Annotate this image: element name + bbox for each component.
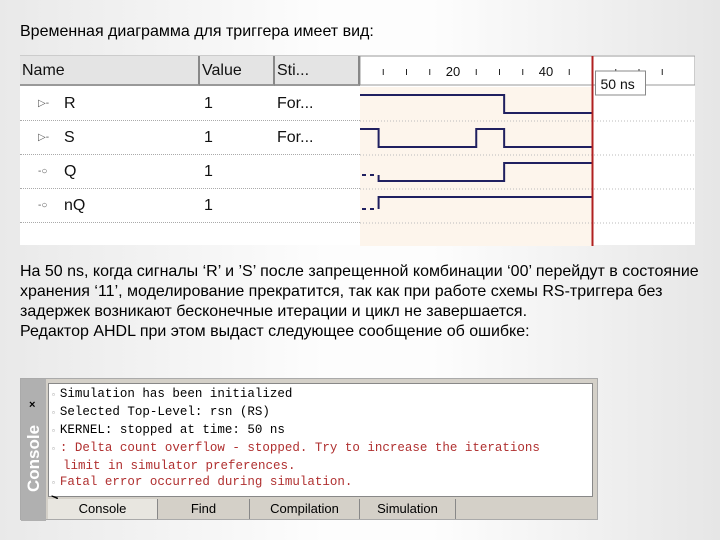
bullet-icon: ▫ (51, 409, 56, 418)
cursor-label: 50 ns (601, 76, 635, 92)
signal-name: R (64, 95, 76, 112)
close-icon[interactable]: × (29, 399, 35, 411)
signal-row-S[interactable]: ▷- S 1 For... (20, 121, 360, 155)
console-line: ▫ Selected Top-Level: rsn (RS) (51, 405, 270, 419)
bullet-icon: ▫ (51, 391, 56, 400)
console-line: ▫ KERNEL: stopped at time: 50 ns (51, 423, 285, 437)
signal-row-nQ[interactable]: -○ nQ 1 (20, 189, 360, 223)
signal-value: 1 (204, 129, 213, 146)
console-line: ▫ Simulation has been initialized (51, 387, 293, 401)
signal-name: Q (64, 163, 77, 180)
console-panel: × Console ▫ Simulation has been initializ… (20, 378, 598, 521)
tick-label: 20 (446, 64, 460, 79)
tab-console[interactable]: Console (48, 499, 158, 519)
bullet-icon: ▫ (51, 479, 56, 488)
signal-stimulus: For... (277, 129, 314, 146)
tick-label: 40 (539, 64, 553, 79)
console-line: ▫ Fatal error occurred during simulation. (51, 475, 353, 489)
output-pin-icon: -○ (38, 166, 48, 177)
console-line: ▫: Delta count overflow - stopped. Try t… (51, 441, 540, 455)
waveform-viewer: Name Value Sti... ▷- R 1 For... ▷- S 1 Fo… (20, 55, 695, 246)
console-side-label: Console (24, 424, 43, 492)
tab-compilation[interactable]: Compilation (250, 499, 360, 519)
waveform-plot: 20 40 50 ns (360, 56, 695, 246)
bullet-icon: ▫ (51, 427, 56, 436)
signal-value: 1 (204, 163, 213, 180)
paragraph-2: Редактор AHDL при этом выдаст следующее … (20, 323, 530, 340)
signal-name: S (64, 129, 75, 146)
description: На 50 ns, когда сигналы ‘R’ и ’S’ после … (20, 262, 710, 342)
input-pin-icon: ▷- (38, 98, 50, 109)
tab-find[interactable]: Find (158, 499, 250, 519)
console-output[interactable]: ▫ Simulation has been initialized ▫ Selecte… (48, 383, 593, 507)
console-tabs: Console Find Compilation Simulation (48, 499, 593, 519)
signal-value: 1 (204, 95, 213, 112)
signal-row-R[interactable]: ▷- R 1 For... (20, 87, 360, 121)
column-value[interactable]: Value (200, 56, 275, 86)
slide-title: Временная диаграмма для триггера имеет в… (20, 23, 374, 40)
signal-value: 1 (204, 197, 213, 214)
column-stimulus[interactable]: Sti... (275, 56, 360, 86)
paragraph-1: На 50 ns, когда сигналы ‘R’ и ’S’ после … (20, 263, 699, 320)
console-line: limit in simulator preferences. (63, 459, 296, 473)
signal-row-Q[interactable]: -○ Q 1 (20, 155, 360, 189)
bullet-icon: ▫ (51, 445, 56, 454)
input-pin-icon: ▷- (38, 132, 50, 143)
signal-name: nQ (64, 197, 86, 214)
output-pin-icon: -○ (38, 200, 48, 211)
tab-simulation[interactable]: Simulation (360, 499, 456, 519)
console-side-tab: × Console (21, 379, 46, 521)
simulated-region (360, 87, 593, 246)
column-name[interactable]: Name (20, 56, 200, 86)
signal-stimulus: For... (277, 95, 314, 112)
